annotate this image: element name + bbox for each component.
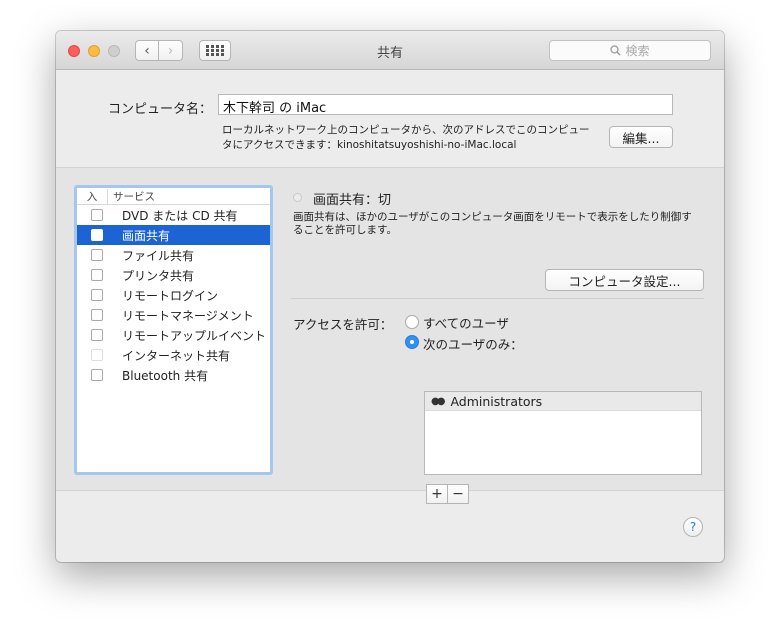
status-indicator-icon <box>293 193 302 202</box>
only-these-users-radio[interactable] <box>405 335 419 349</box>
service-checkbox[interactable] <box>91 229 103 241</box>
service-label: ファイル共有 <box>122 248 195 263</box>
sharing-main-section: 入 サービス DVD または CD 共有 画面共有ファイル共有 プリンタ共有リモート… <box>56 168 724 504</box>
service-label: リモートマネージメント <box>122 308 254 323</box>
service-label: Bluetooth 共有 <box>122 368 209 383</box>
service-checkbox[interactable] <box>91 209 103 221</box>
service-label: リモートログイン <box>122 288 219 303</box>
service-row[interactable]: DVD または CD 共有 <box>77 205 270 225</box>
computer-name-field[interactable]: 木下幹司 の iMac <box>218 94 673 116</box>
service-row[interactable]: インターネット共有 <box>77 345 270 365</box>
all-users-radio[interactable] <box>405 315 419 329</box>
service-row[interactable]: リモートアップルイベント <box>77 325 270 345</box>
service-row[interactable]: プリンタ共有 <box>77 265 270 285</box>
computer-name-label: コンピュータ名： <box>108 102 213 117</box>
service-list-header: 入 サービス <box>77 188 270 205</box>
service-checkbox[interactable] <box>91 349 103 361</box>
service-checkbox[interactable] <box>91 249 103 261</box>
local-address-description: ローカルネットワーク上のコンピュータから、次のアドレスでこのコンピュータにアクセ… <box>222 124 590 151</box>
access-label: アクセスを許可： <box>293 317 393 332</box>
user-row-label: Administrators <box>450 393 543 409</box>
service-checkbox[interactable] <box>91 289 103 301</box>
service-row[interactable]: 画面共有 <box>77 225 270 245</box>
service-label: リモートアップルイベント <box>122 328 267 343</box>
search-placeholder: 検索 <box>625 44 650 58</box>
computer-name-section: コンピュータ名： 木下幹司 の iMac ローカルネットワーク上のコンピュータか… <box>56 70 724 168</box>
edit-button[interactable]: 編集... <box>609 126 673 148</box>
service-label: 画面共有 <box>122 228 171 243</box>
add-user-button[interactable]: + <box>426 484 448 504</box>
group-icon: ●● <box>431 395 446 407</box>
service-list: 入 サービス DVD または CD 共有 画面共有ファイル共有 プリンタ共有リモート… <box>74 185 273 475</box>
service-status: 画面共有：切 <box>313 193 392 208</box>
allowed-users-list: ●● Administrators <box>424 391 702 475</box>
service-label: インターネット共有 <box>122 348 231 363</box>
search-icon <box>610 45 621 56</box>
service-row[interactable]: リモートマネージメント <box>77 305 270 325</box>
service-checkbox[interactable] <box>91 269 103 281</box>
only-these-users-label[interactable]: 次のユーザのみ： <box>423 334 523 353</box>
service-row[interactable]: リモートログイン <box>77 285 270 305</box>
service-column-header[interactable]: サービス <box>108 189 155 204</box>
on-column-header[interactable]: 入 <box>77 188 108 204</box>
service-checkbox[interactable] <box>91 309 103 321</box>
service-row[interactable]: ファイル共有 <box>77 245 270 265</box>
service-label: プリンタ共有 <box>122 268 195 283</box>
search-field[interactable]: 検索 <box>549 40 711 61</box>
remove-user-button[interactable]: − <box>447 484 469 504</box>
service-checkbox[interactable] <box>91 369 103 381</box>
service-checkbox[interactable] <box>91 329 103 341</box>
service-description: 画面共有は、ほかのユーザがこのコンピュータ画面をリモートで表示をしたり制御するこ… <box>293 211 692 236</box>
service-row[interactable]: Bluetooth 共有 <box>77 365 270 385</box>
user-row[interactable]: ●● Administrators <box>425 392 701 411</box>
help-button[interactable]: ? <box>683 517 703 537</box>
divider <box>291 298 704 299</box>
all-users-label[interactable]: すべてのユーザ <box>423 313 509 332</box>
title-bar: ‹ › 共有 検索 <box>56 31 724 70</box>
sharing-window: ‹ › 共有 検索 コンピュータ名： 木下幹司 の iMac ローカルネットワー… <box>56 31 724 562</box>
computer-settings-button[interactable]: コンピュータ設定... <box>545 269 704 291</box>
service-label: DVD または CD 共有 <box>122 208 238 223</box>
